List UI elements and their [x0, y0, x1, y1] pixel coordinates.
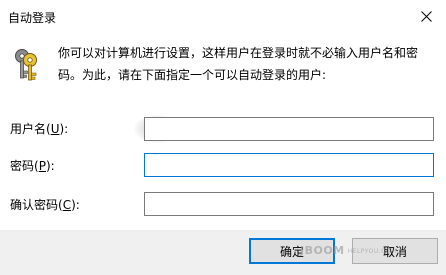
password-input[interactable]: [144, 153, 434, 177]
dialog-content: 你可以对计算机进行设置，这样用户在登录时就不必输入用户名和密码。为此，请在下面指…: [0, 36, 446, 230]
confirm-password-label-text: 确认密码: [10, 198, 59, 212]
password-mnemonic: P: [38, 159, 46, 173]
close-icon: [420, 10, 432, 22]
password-label-text: 密码: [10, 159, 35, 173]
username-input[interactable]: [144, 117, 434, 141]
title-bar: 自动登录: [0, 0, 446, 36]
username-label-text: 用户名: [10, 122, 47, 136]
cancel-button[interactable]: 取消: [352, 238, 438, 264]
description-text: 你可以对计算机进行设置，这样用户在登录时就不必输入用户名和密码。为此，请在下面指…: [58, 46, 419, 82]
username-label: 用户名(U):: [10, 122, 69, 136]
confirm-password-mnemonic: C: [62, 198, 72, 212]
auto-login-dialog: 自动登录 你可以对计算机进行设置，这样用户在登录时就不必输入用户名和密码。为此，…: [0, 0, 446, 275]
password-label: 密码(P):: [10, 159, 55, 173]
close-button[interactable]: [406, 0, 446, 32]
window-title: 自动登录: [8, 11, 57, 25]
button-bar: 确定 取消: [0, 230, 446, 275]
ok-button[interactable]: 确定: [249, 238, 335, 264]
confirm-password-label: 确认密码(C):: [10, 198, 80, 212]
keys-icon: [15, 49, 37, 81]
confirm-password-input[interactable]: [144, 192, 434, 216]
username-mnemonic: U: [50, 122, 60, 136]
